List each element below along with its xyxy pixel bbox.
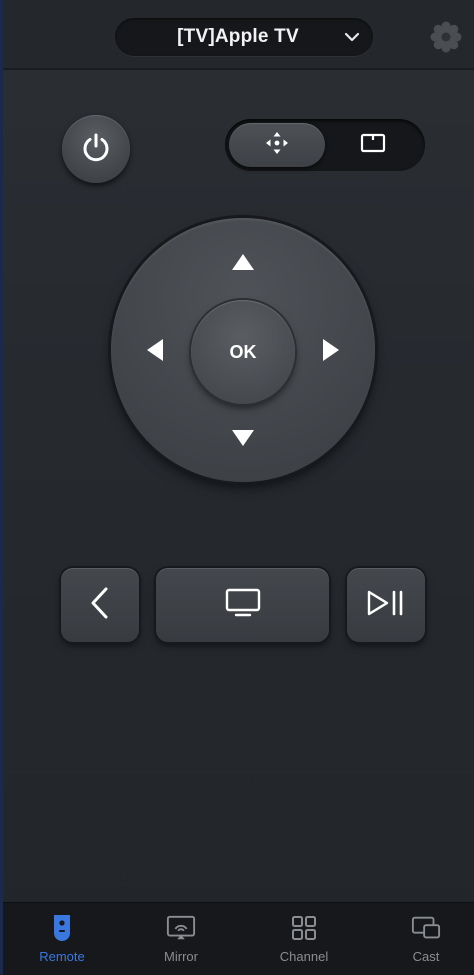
tab-label: Cast (412, 949, 440, 964)
top-bar: [TV]Apple TV (3, 0, 474, 70)
tab-label: Channel (279, 949, 329, 964)
bottom-tab-bar: Remote Mirror Channel Cast (3, 902, 474, 975)
arrow-down-icon (231, 429, 255, 452)
mirror-icon (166, 913, 196, 943)
tab-mirror[interactable]: Mirror (122, 903, 240, 975)
arrow-right-icon (322, 338, 340, 367)
tab-cast[interactable]: Cast (367, 903, 474, 975)
touchpad-mode-button[interactable] (229, 123, 325, 167)
play-pause-icon (366, 589, 406, 622)
play-pause-button[interactable] (347, 568, 425, 642)
arrow-left-icon (146, 338, 164, 367)
screen-icon (359, 131, 387, 160)
chevron-down-icon (343, 28, 361, 46)
screen-mode-button[interactable] (325, 123, 421, 167)
ok-label: OK (229, 341, 257, 362)
arrow-up-icon (231, 253, 255, 276)
power-button[interactable] (62, 115, 130, 183)
dpad: OK (111, 218, 375, 482)
tab-channel[interactable]: Channel (245, 903, 363, 975)
tv-icon (225, 588, 261, 623)
back-chevron-icon (89, 586, 111, 625)
arrow-right-button[interactable] (311, 332, 351, 372)
remote-icon (47, 913, 77, 943)
grid-icon (289, 913, 319, 943)
tab-label: Mirror (164, 949, 198, 964)
arrow-up-button[interactable] (223, 244, 263, 284)
tab-remote[interactable]: Remote (3, 903, 121, 975)
ok-button[interactable]: OK (191, 300, 295, 404)
tab-label: Remote (39, 949, 85, 964)
cast-icon (411, 913, 441, 943)
arrow-left-button[interactable] (135, 332, 175, 372)
back-button[interactable] (61, 568, 139, 642)
device-name: [TV]Apple TV (177, 26, 299, 47)
device-selector[interactable]: [TV]Apple TV (115, 18, 373, 56)
gear-icon[interactable] (429, 20, 463, 54)
home-button[interactable] (156, 568, 329, 642)
mode-toggle (225, 119, 425, 171)
remote-screen: [TV]Apple TV OK Remote Mirror Channel Ca… (0, 0, 474, 975)
power-icon (79, 130, 113, 169)
move-arrows-icon (263, 129, 291, 162)
arrow-down-button[interactable] (223, 420, 263, 460)
